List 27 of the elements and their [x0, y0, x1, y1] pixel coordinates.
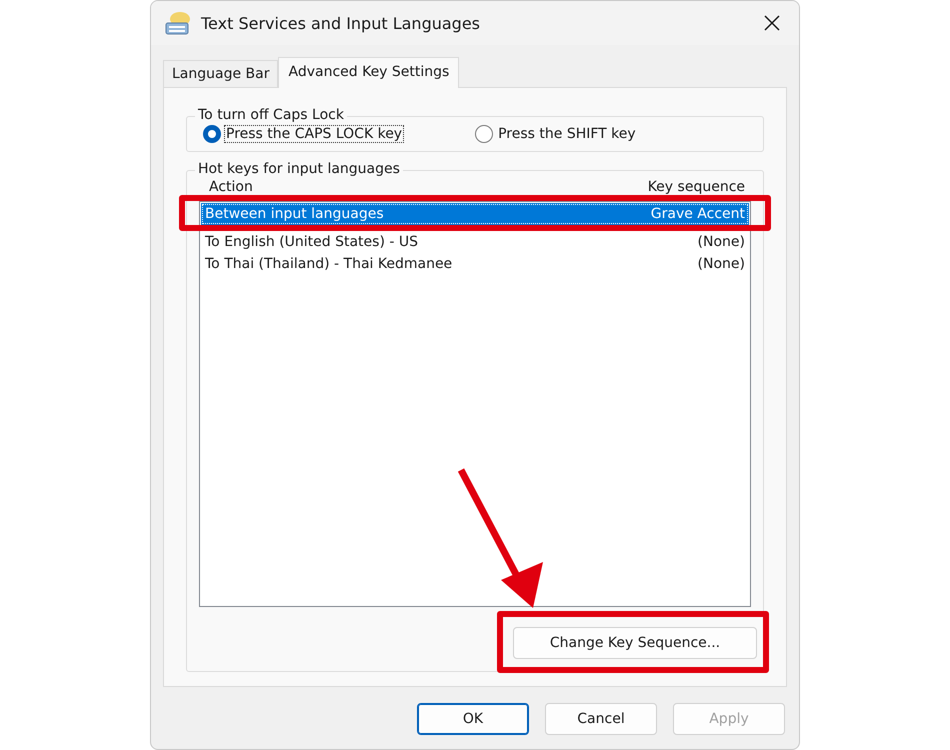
tab[interactable]: Advanced Key Settings	[278, 57, 460, 88]
column-header: Key sequence	[648, 179, 745, 195]
radio-button[interactable]	[475, 125, 494, 143]
column-header: Action	[209, 179, 253, 195]
action-cell: Between input languages	[205, 206, 384, 222]
window-title: Text Services and Input Languages	[201, 14, 481, 32]
group-label: Hot keys for input languages	[195, 161, 403, 177]
list-row[interactable]: To Thai (Thailand) - Thai Kedmanee (None)	[201, 253, 749, 275]
key-sequence-cell: (None)	[698, 234, 745, 250]
list-row[interactable]: To English (United States) - US (None)	[201, 231, 749, 253]
radio-label: Press the SHIFT key	[497, 126, 637, 142]
radio-option[interactable]: Press the CAPS LOCK key	[203, 125, 404, 143]
radio-button[interactable]	[203, 125, 221, 143]
group-label: To turn off Caps Lock	[195, 107, 347, 123]
action-cell: To Thai (Thailand) - Thai Kedmanee	[205, 256, 452, 272]
action-cell: To English (United States) - US	[205, 234, 418, 250]
radio-option[interactable]: Press the SHIFT key	[475, 125, 637, 143]
close-icon	[763, 14, 781, 32]
radio-label: Press the CAPS LOCK key	[225, 126, 404, 142]
list-row[interactable]: Between input languages Grave Accent	[201, 203, 749, 225]
keyboard-icon	[165, 11, 191, 35]
dialog-button[interactable]: Cancel	[545, 703, 657, 735]
key-sequence-cell: Grave Accent	[650, 206, 745, 222]
tab[interactable]: Language Bar	[163, 60, 278, 87]
change-key-sequence-button[interactable]: Change Key Sequence...	[513, 627, 757, 659]
key-sequence-cell: (None)	[698, 256, 745, 272]
dialog-button[interactable]: OK	[417, 703, 529, 735]
